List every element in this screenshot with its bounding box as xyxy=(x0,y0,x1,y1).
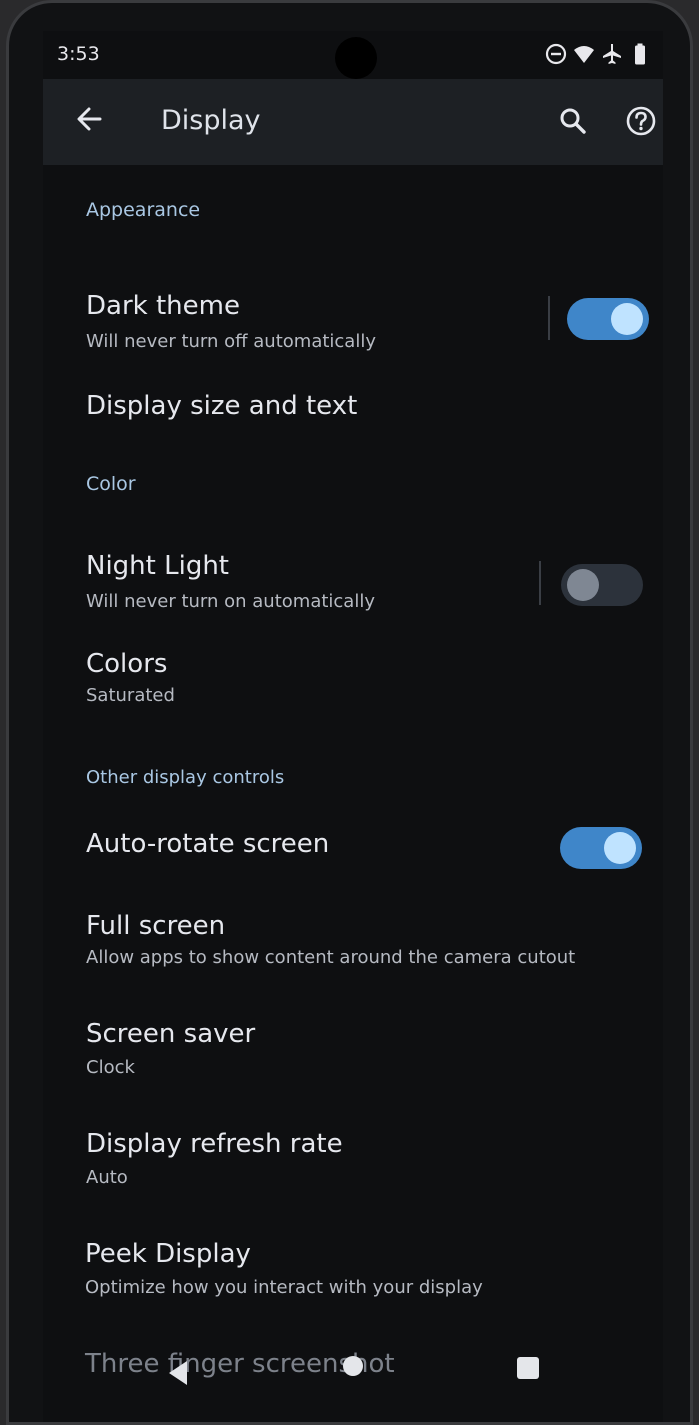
back-button[interactable] xyxy=(67,97,111,141)
status-time: 3:53 xyxy=(57,43,100,65)
screen-saver-title: Screen saver xyxy=(86,1019,256,1049)
screen-saver-subtitle: Clock xyxy=(86,1057,135,1078)
night-light-title: Night Light xyxy=(86,551,229,581)
nav-recents-button[interactable] xyxy=(517,1357,539,1379)
screen: 3:53 Display Appearance Dark theme Will … xyxy=(43,31,663,1422)
dark-theme-subtitle: Will never turn off automatically xyxy=(86,331,376,352)
full-screen-title: Full screen xyxy=(86,911,226,941)
full-screen-subtitle: Allow apps to show content around the ca… xyxy=(86,947,576,968)
refresh-rate-subtitle: Auto xyxy=(86,1167,128,1188)
toggle-knob xyxy=(611,303,643,335)
toggle-knob xyxy=(604,832,636,864)
peek-display-title: Peek Display xyxy=(85,1239,251,1269)
arrow-left-icon xyxy=(77,107,102,131)
nav-home-button[interactable] xyxy=(343,1356,363,1376)
night-light-subtitle: Will never turn on automatically xyxy=(86,591,375,612)
colors-title: Colors xyxy=(86,649,168,679)
battery-icon xyxy=(635,43,645,65)
help-button[interactable] xyxy=(619,99,663,143)
phone-frame: 3:53 Display Appearance Dark theme Will … xyxy=(6,0,693,1425)
camera-cutout xyxy=(335,37,377,79)
dark-theme-row[interactable]: Dark theme Will never turn off automatic… xyxy=(73,261,653,361)
auto-rotate-toggle[interactable] xyxy=(560,827,642,869)
toggle-knob xyxy=(567,569,599,601)
divider xyxy=(539,561,541,605)
auto-rotate-row[interactable]: Auto-rotate screen xyxy=(73,811,653,881)
refresh-rate-title: Display refresh rate xyxy=(86,1129,343,1159)
peek-display-row[interactable]: Peek Display Optimize how you interact w… xyxy=(73,1229,653,1309)
section-header-color: Color xyxy=(86,473,136,495)
search-button[interactable] xyxy=(551,99,595,143)
nav-back-button[interactable] xyxy=(161,1355,197,1391)
night-light-toggle[interactable] xyxy=(561,564,643,606)
airplane-mode-icon xyxy=(603,44,621,64)
display-size-title: Display size and text xyxy=(86,391,358,421)
triangle-back-icon xyxy=(169,1361,187,1385)
status-bar: 3:53 xyxy=(43,31,663,79)
other-display-controls-title: Other display controls xyxy=(86,767,285,788)
search-icon xyxy=(560,108,586,134)
display-size-row[interactable]: Display size and text xyxy=(73,366,653,446)
colors-subtitle: Saturated xyxy=(86,685,175,706)
screen-saver-row[interactable]: Screen saver Clock xyxy=(73,1011,653,1091)
other-display-controls-row[interactable]: Other display controls xyxy=(73,753,653,799)
navigation-bar xyxy=(43,1331,663,1422)
peek-display-subtitle: Optimize how you interact with your disp… xyxy=(85,1277,483,1298)
wifi-icon xyxy=(574,46,594,63)
colors-row[interactable]: Colors Saturated xyxy=(73,641,653,716)
night-light-row[interactable]: Night Light Will never turn on automatic… xyxy=(73,531,653,631)
dark-theme-toggle[interactable] xyxy=(567,298,649,340)
dark-theme-title: Dark theme xyxy=(86,291,240,321)
app-bar: Display xyxy=(43,79,663,165)
full-screen-row[interactable]: Full screen Allow apps to show content a… xyxy=(73,901,653,983)
auto-rotate-title: Auto-rotate screen xyxy=(86,829,330,859)
divider xyxy=(548,296,550,340)
help-icon xyxy=(626,106,656,136)
section-header-appearance: Appearance xyxy=(86,199,201,221)
do-not-disturb-icon xyxy=(545,43,567,65)
refresh-rate-row[interactable]: Display refresh rate Auto xyxy=(73,1119,653,1199)
page-title: Display xyxy=(161,105,261,136)
